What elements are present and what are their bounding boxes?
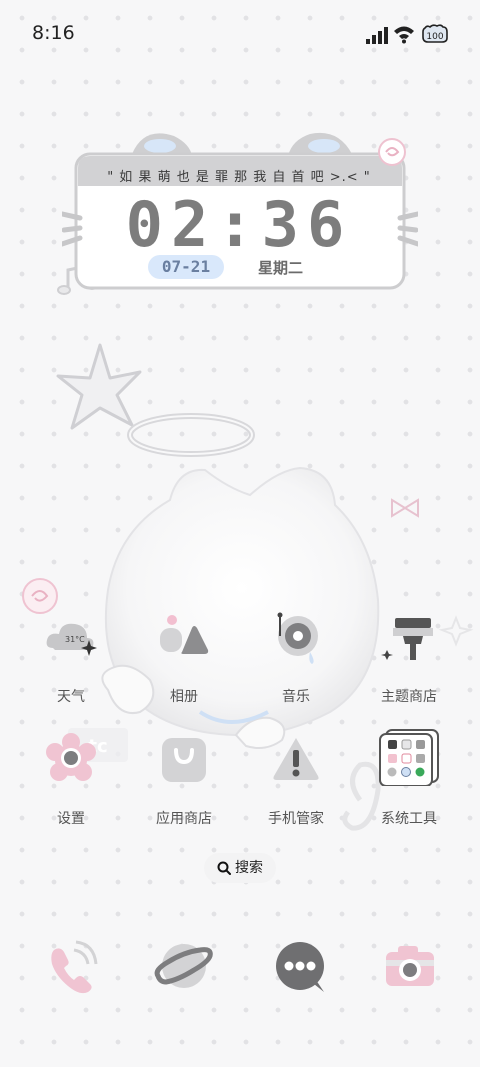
music-icon [268,610,324,666]
app-system-tools-folder[interactable]: 系统工具 [359,729,459,828]
battery-icon: 100 [422,24,448,43]
app-label: 相册 [170,689,198,705]
app-label: 应用商店 [156,811,212,827]
phone-manager-icon [268,732,324,788]
clock-date: 07-21 [148,255,224,279]
app-store-icon [156,732,212,788]
bow-decoration [391,498,419,518]
system-tools-folder-icon [379,729,439,788]
widget-quote: " 如 果 萌 也 是 罪 那 我 自 首 吧 >.< " [107,170,371,185]
app-label: 音乐 [282,689,310,705]
status-bar: 8:16 100 [0,0,480,68]
clock-widget[interactable]: " 如 果 萌 也 是 罪 那 我 自 首 吧 >.< " 02:36 07-2… [62,126,418,296]
star-decoration [56,343,142,430]
messages-icon[interactable] [270,936,330,996]
app-label: 设置 [57,811,85,827]
halo-decoration [127,413,255,457]
phone-icon[interactable] [40,936,100,996]
status-time: 8:16 [32,22,75,44]
app-label: 主题商店 [381,689,437,705]
browser-icon[interactable] [154,936,214,996]
app-label: 手机管家 [268,811,324,827]
clock-time: 02:36 [125,188,353,261]
app-app-store[interactable]: 应用商店 [134,732,234,828]
weather-temp: 31°C [65,635,85,644]
clock-weekday: 星期二 [258,259,304,277]
app-gallery[interactable]: 相册 [134,610,234,706]
app-label: 天气 [57,689,85,705]
search-button[interactable]: 搜索 [204,853,276,883]
weather-icon: 31°C [43,610,99,666]
cellular-signal-icon [366,27,388,44]
app-phone-manager[interactable]: 手机管家 [246,732,346,828]
settings-icon [43,732,99,788]
rose-decoration [22,578,58,614]
theme-store-icon [381,610,437,666]
app-music[interactable]: 音乐 [246,610,346,706]
app-label: 系统工具 [381,811,437,827]
search-label: 搜索 [235,860,263,876]
battery-level: 100 [426,32,443,42]
gallery-icon [156,610,212,666]
wifi-icon [394,26,414,44]
search-icon [217,861,231,875]
app-settings[interactable]: 设置 [21,732,121,828]
camera-icon[interactable] [380,936,440,996]
app-theme-store[interactable]: 主题商店 [359,610,459,706]
app-weather[interactable]: 31°C 天气 [21,610,121,706]
